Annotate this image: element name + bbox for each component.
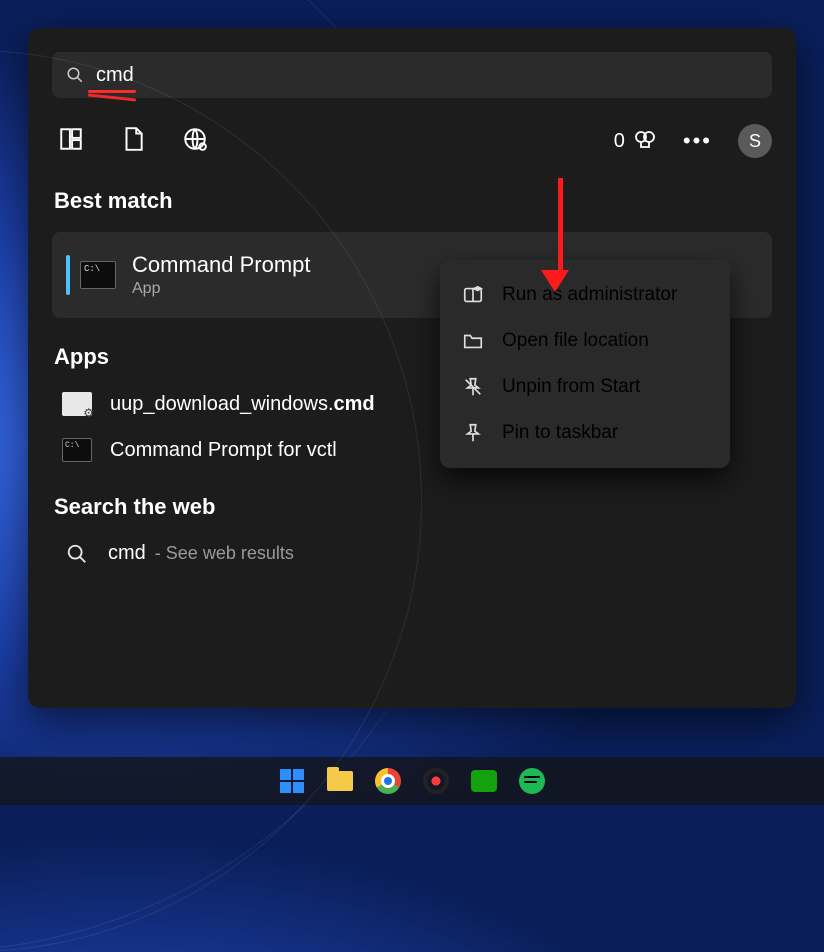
web-result[interactable]: cmd - See web results xyxy=(66,542,772,565)
cmd-file-icon xyxy=(62,392,92,416)
folder-icon xyxy=(462,330,484,352)
filter-row: 0 ••• S xyxy=(52,120,772,162)
search-icon xyxy=(66,66,84,84)
rewards-points[interactable]: 0 xyxy=(614,129,657,153)
command-prompt-icon xyxy=(80,261,116,289)
more-button[interactable]: ••• xyxy=(683,128,712,154)
opera-button[interactable] xyxy=(422,767,450,795)
context-menu: Run as administrator Open file location … xyxy=(440,260,730,468)
rewards-icon xyxy=(633,129,657,153)
ctx-pin-taskbar[interactable]: Pin to taskbar xyxy=(446,410,724,456)
chat-app-button[interactable] xyxy=(470,767,498,795)
pin-icon xyxy=(462,422,484,444)
web-result-label: cmd - See web results xyxy=(108,542,294,565)
web-heading: Search the web xyxy=(54,494,772,520)
taskbar xyxy=(0,757,824,805)
unpin-icon xyxy=(462,376,484,398)
ctx-unpin-start[interactable]: Unpin from Start xyxy=(446,364,724,410)
app-result-label: uup_download_windows.cmd xyxy=(110,393,375,416)
start-button[interactable] xyxy=(278,767,306,795)
search-icon xyxy=(66,543,88,565)
annotation-arrow xyxy=(552,178,569,292)
search-bar[interactable] xyxy=(52,52,772,98)
web-filter-icon[interactable] xyxy=(182,126,208,157)
search-input[interactable] xyxy=(96,64,758,87)
spellcheck-underline xyxy=(88,90,136,93)
documents-filter-icon[interactable] xyxy=(120,126,146,157)
points-value: 0 xyxy=(614,130,625,153)
best-match-heading: Best match xyxy=(54,188,772,214)
file-explorer-button[interactable] xyxy=(326,767,354,795)
shield-admin-icon xyxy=(462,284,484,306)
ctx-run-as-admin[interactable]: Run as administrator xyxy=(446,272,724,318)
selection-accent xyxy=(66,255,70,295)
user-avatar[interactable]: S xyxy=(738,124,772,158)
apps-filter-icon[interactable] xyxy=(58,126,84,157)
ctx-open-file-location[interactable]: Open file location xyxy=(446,318,724,364)
app-result-label: Command Prompt for vctl xyxy=(110,439,337,462)
chrome-button[interactable] xyxy=(374,767,402,795)
best-match-subtitle: App xyxy=(132,280,311,298)
command-prompt-icon xyxy=(62,438,92,462)
best-match-title: Command Prompt xyxy=(132,252,311,278)
spotify-button[interactable] xyxy=(518,767,546,795)
